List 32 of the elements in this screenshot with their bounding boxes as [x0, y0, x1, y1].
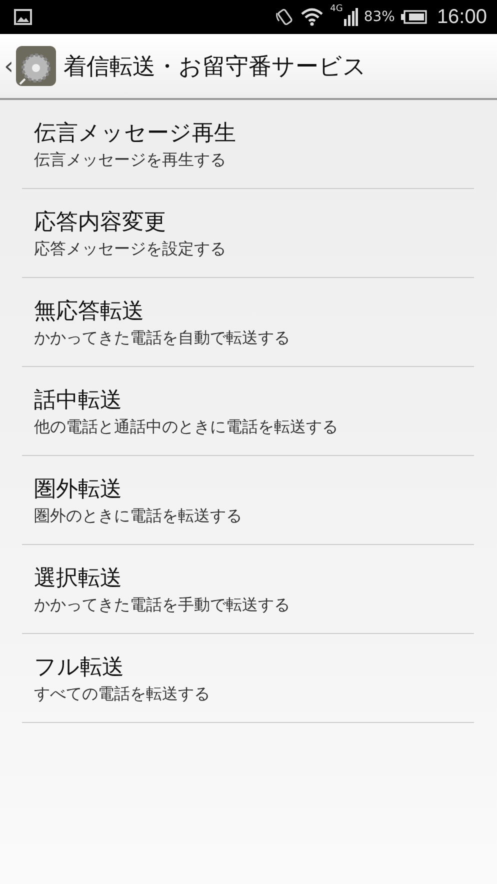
- clock: 16:00: [436, 6, 487, 28]
- item-title: 応答内容変更: [34, 208, 167, 236]
- gear-icon[interactable]: [16, 46, 56, 86]
- network-type: 4G: [330, 4, 343, 14]
- battery-icon: [400, 10, 427, 24]
- item-subtitle: かかってきた電話を手動で転送する: [34, 594, 291, 616]
- item-title: フル転送: [34, 654, 125, 682]
- item-subtitle: 伝言メッセージを再生する: [34, 150, 227, 170]
- menu-item[interactable]: フル転送 すべての電話を転送する: [22, 634, 474, 723]
- battery-percent: 83%: [364, 9, 395, 25]
- menu-item[interactable]: 無応答転送 かかってきた電話を自動で転送する: [22, 278, 474, 367]
- item-subtitle: 圏外のときに電話を転送する: [34, 506, 243, 526]
- item-subtitle: かかってきた電話を自動で転送する: [34, 328, 291, 348]
- item-title: 話中転送: [34, 386, 123, 414]
- item-title: 圏外転送: [34, 476, 123, 504]
- menu-item[interactable]: 応答内容変更 応答メッセージを設定する: [22, 189, 474, 278]
- item-title: 伝言メッセージ再生: [34, 120, 237, 148]
- item-subtitle: 他の電話と通話中のときに電話を転送する: [34, 416, 339, 438]
- picture-icon: [14, 9, 32, 25]
- menu-item[interactable]: 圏外転送 圏外のときに電話を転送する: [22, 456, 474, 545]
- phone-vibrate-icon: [274, 7, 294, 27]
- item-subtitle: 応答メッセージを設定する: [34, 238, 227, 260]
- wifi-icon: [300, 8, 324, 26]
- back-button[interactable]: ‹: [4, 52, 14, 80]
- menu-item[interactable]: 話中転送 他の電話と通話中のときに電話を転送する: [22, 367, 474, 456]
- signal-icon: [344, 8, 358, 26]
- screen-title: 着信転送・お留守番サービス: [64, 52, 367, 82]
- item-title: 無応答転送: [34, 298, 145, 326]
- item-title: 選択転送: [34, 564, 123, 592]
- menu-item[interactable]: 選択転送 かかってきた電話を手動で転送する: [22, 545, 474, 634]
- menu-item[interactable]: 伝言メッセージ再生 伝言メッセージを再生する: [22, 100, 474, 189]
- item-subtitle: すべての電話を転送する: [34, 684, 211, 704]
